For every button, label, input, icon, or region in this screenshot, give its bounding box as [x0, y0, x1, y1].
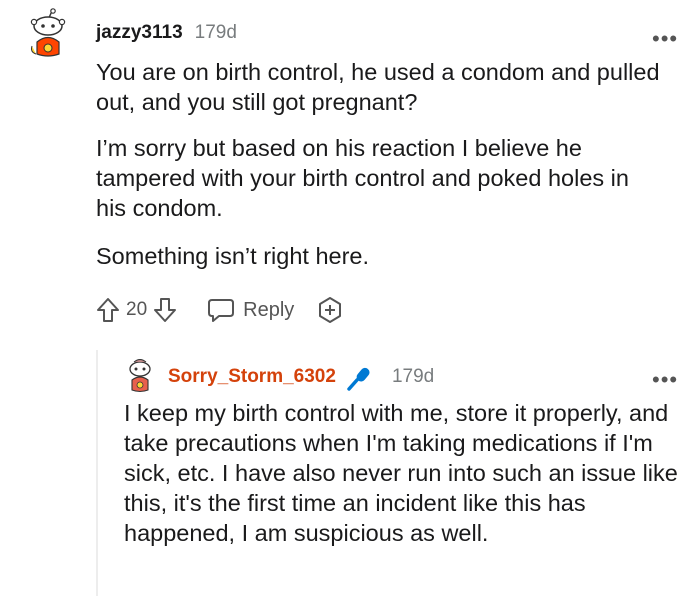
reply-text: I keep my birth control with me, store i… [124, 400, 678, 546]
vote-count: 20 [126, 299, 148, 320]
reply-bubble-icon [207, 297, 235, 323]
reply-meta: Sorry_Storm_6302 179d [168, 366, 434, 392]
upvote-icon[interactable] [96, 297, 120, 323]
thread-line[interactable] [96, 350, 98, 596]
comment-paragraph: You are on birth control, he used a cond… [96, 59, 660, 115]
comment-age: 179d [391, 366, 435, 387]
microphone-icon [346, 366, 372, 392]
more-options-icon[interactable]: ••• [652, 369, 678, 391]
avatar-snoo-icon [129, 359, 151, 393]
downvote-icon[interactable] [153, 297, 177, 323]
award-icon[interactable] [316, 296, 344, 324]
avatar[interactable] [124, 358, 156, 394]
comment-age: 179d [194, 22, 237, 43]
reply-button[interactable]: Reply [207, 297, 294, 323]
avatar-snoo-icon [30, 8, 66, 57]
reply-label: Reply [243, 298, 295, 321]
username[interactable]: jazzy3113 [96, 22, 183, 44]
comment-actions: 20 Reply [96, 292, 344, 328]
comment-paragraph: I’m sorry but based on his reaction I be… [96, 135, 629, 221]
username[interactable]: Sorry_Storm_6302 [168, 366, 336, 388]
comment-paragraph: Something isn’t right here. [96, 243, 370, 269]
comment-meta: jazzy3113 179d [96, 22, 237, 44]
avatar[interactable] [26, 8, 70, 57]
more-options-icon[interactable]: ••• [652, 28, 678, 50]
